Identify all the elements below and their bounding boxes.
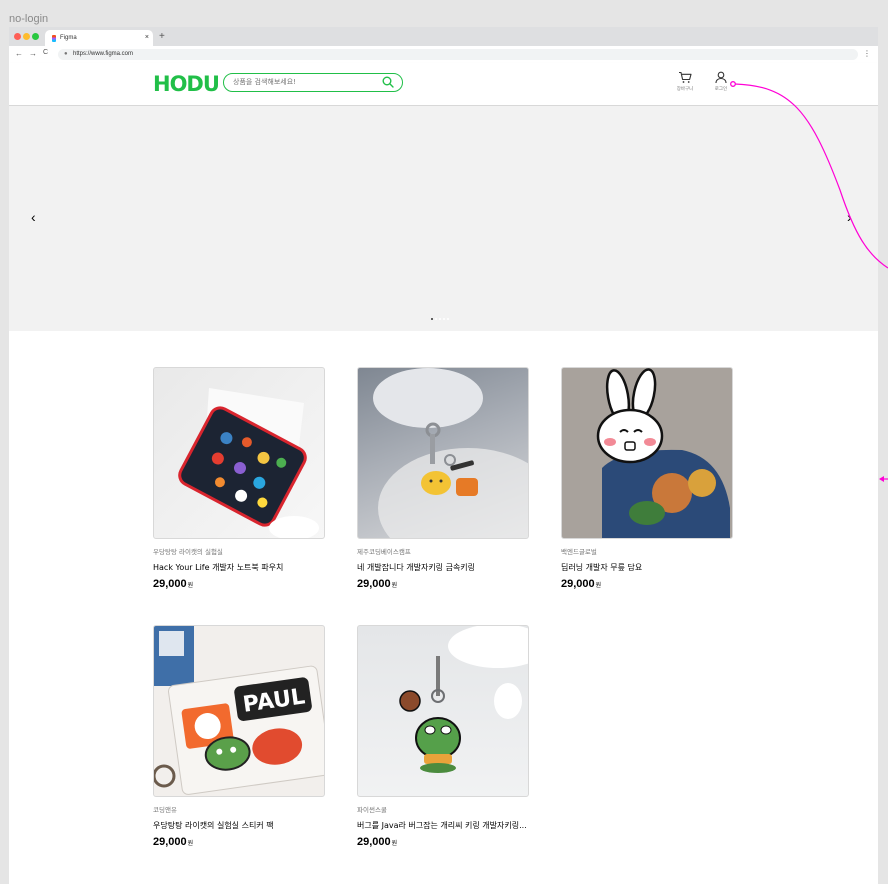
- connector-arrow-icon: [879, 476, 884, 482]
- connector-start-dot: [730, 81, 736, 87]
- connector-line: [734, 83, 888, 269]
- prototype-connector: [730, 81, 888, 482]
